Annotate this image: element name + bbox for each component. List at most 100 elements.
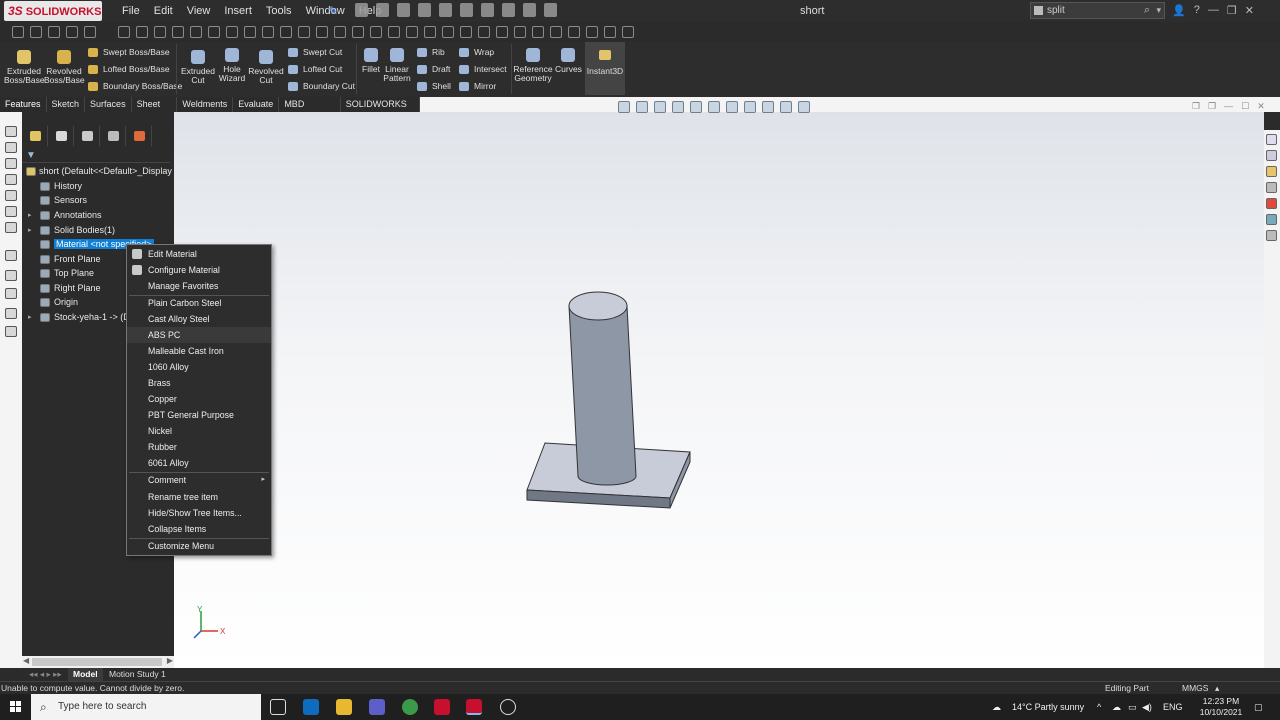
fillet-button[interactable]: Fillet xyxy=(358,48,384,74)
display-style-icon[interactable] xyxy=(726,101,738,113)
property-manager-tab[interactable] xyxy=(48,126,74,146)
toolbar-icon[interactable] xyxy=(5,288,17,299)
toolbar-icon[interactable] xyxy=(586,26,598,38)
chrome-icon[interactable] xyxy=(402,699,418,715)
dynamic-annotation-icon[interactable] xyxy=(690,101,702,113)
weather-icon[interactable]: ☁ xyxy=(992,694,1001,720)
reference-geometry-button[interactable]: Reference Geometry xyxy=(513,48,553,83)
pin-icon[interactable]: ✎ xyxy=(328,4,338,18)
menu-item-rename-tree-item[interactable]: Rename tree item xyxy=(127,489,271,505)
toolbar-icon[interactable] xyxy=(48,26,60,38)
tab-motion-study-1[interactable]: Motion Study 1 xyxy=(104,668,171,681)
expand-arrow-icon[interactable]: ▸ xyxy=(28,223,32,238)
menu-view[interactable]: View xyxy=(187,5,211,17)
filter-icon[interactable]: ▼ xyxy=(26,150,36,161)
view-settings-icon[interactable] xyxy=(798,101,810,113)
file-explorer-icon[interactable] xyxy=(1266,166,1277,177)
toolbar-icon[interactable] xyxy=(5,190,17,201)
menu-item-cast-alloy-steel[interactable]: Cast Alloy Steel xyxy=(127,311,271,327)
toolbar-icon[interactable] xyxy=(172,26,184,38)
home-icon[interactable] xyxy=(355,3,368,17)
toolbar-icon[interactable] xyxy=(244,26,256,38)
instant3d-button[interactable]: Instant3D xyxy=(585,42,625,95)
toolbar-icon[interactable] xyxy=(298,26,310,38)
edit-appearance-icon[interactable] xyxy=(762,101,774,113)
zoom-to-area-icon[interactable] xyxy=(636,101,648,113)
toolbar-icon[interactable] xyxy=(316,26,328,38)
design-library-icon[interactable] xyxy=(1266,150,1277,161)
scroll-right-icon[interactable]: ▶ xyxy=(167,656,173,665)
extruded-cut-button[interactable]: Extruded Cut xyxy=(178,50,218,85)
apply-scene-icon[interactable] xyxy=(780,101,792,113)
file-explorer-icon[interactable] xyxy=(336,699,352,715)
print-icon[interactable] xyxy=(439,3,452,17)
solidworks-2019-icon[interactable] xyxy=(434,699,450,715)
toolbar-icon[interactable] xyxy=(460,26,472,38)
chevron-down-icon[interactable]: ▾ xyxy=(1156,3,1161,18)
toolbar-icon[interactable] xyxy=(208,26,220,38)
menu-item-pbt-general-purpose[interactable]: PBT General Purpose xyxy=(127,407,271,423)
network-icon[interactable]: ▭ xyxy=(1128,694,1137,720)
task-view-icon[interactable] xyxy=(270,699,286,715)
toolbar-icon[interactable] xyxy=(370,26,382,38)
toolbar-icon[interactable] xyxy=(226,26,238,38)
revolved-cut-button[interactable]: Revolved Cut xyxy=(246,50,286,85)
toolbar-icon[interactable] xyxy=(622,26,634,38)
rib-button[interactable]: Rib xyxy=(417,46,445,59)
menu-item-hide-show-tree-items[interactable]: Hide/Show Tree Items... xyxy=(127,505,271,521)
help-icon[interactable]: ? xyxy=(1194,4,1200,17)
lofted-cut-button[interactable]: Lofted Cut xyxy=(288,63,342,76)
swept-cut-button[interactable]: Swept Cut xyxy=(288,46,342,59)
toolbar-icon[interactable] xyxy=(532,26,544,38)
toolbar-icon[interactable] xyxy=(30,26,42,38)
taskbar-search-input[interactable]: Type here to search xyxy=(58,701,146,712)
cylinder-body[interactable] xyxy=(568,305,637,486)
intersect-button[interactable]: Intersect xyxy=(459,63,507,76)
menu-item-manage-favorites[interactable]: Manage Favorites xyxy=(127,278,271,294)
search-input[interactable]: split xyxy=(1047,5,1065,16)
file-properties-icon[interactable] xyxy=(523,3,536,17)
extruded-boss-button[interactable]: Extruded Boss/Base xyxy=(4,50,45,85)
weather-text[interactable]: 14°C Partly sunny xyxy=(1012,694,1084,720)
save-icon[interactable] xyxy=(418,3,431,17)
toolbar-icon[interactable] xyxy=(550,26,562,38)
options-icon[interactable] xyxy=(544,3,557,17)
menu-item-rubber[interactable]: Rubber xyxy=(127,439,271,455)
feature-manager-scrollbar[interactable]: ◀ ▶ xyxy=(22,656,174,668)
custom-properties-icon[interactable] xyxy=(1266,214,1277,225)
toolbar-icon[interactable] xyxy=(514,26,526,38)
shell-button[interactable]: Shell xyxy=(417,80,451,93)
toolbar-icon[interactable] xyxy=(424,26,436,38)
menu-item-brass[interactable]: Brass xyxy=(127,375,271,391)
search-box[interactable]: split ⌕ ▾ xyxy=(1030,2,1165,19)
linear-pattern-button[interactable]: Linear Pattern xyxy=(382,48,412,83)
menu-item-nickel[interactable]: Nickel xyxy=(127,423,271,439)
mirror-button[interactable]: Mirror xyxy=(459,80,496,93)
scroll-thumb[interactable] xyxy=(32,658,162,666)
toolbar-icon[interactable] xyxy=(334,26,346,38)
language-indicator[interactable]: ENG xyxy=(1163,694,1183,720)
toolbar-icon[interactable] xyxy=(496,26,508,38)
toolbar-icon[interactable] xyxy=(190,26,202,38)
toolbar-icon[interactable] xyxy=(5,158,17,169)
toolbar-icon[interactable] xyxy=(5,206,17,217)
swept-boss-button[interactable]: Swept Boss/Base xyxy=(88,46,170,59)
teams-icon[interactable] xyxy=(369,699,385,715)
tree-root-part[interactable]: short (Default<<Default>_Display Sta xyxy=(26,164,174,179)
undo-icon[interactable] xyxy=(460,3,473,17)
menu-item-copper[interactable]: Copper xyxy=(127,391,271,407)
menu-window[interactable]: Window xyxy=(306,5,345,17)
tree-item-annotations[interactable]: ▸ Annotations xyxy=(26,208,174,223)
new-icon[interactable] xyxy=(376,3,389,17)
menu-item-plain-carbon-steel[interactable]: Plain Carbon Steel xyxy=(127,295,271,311)
taskbar-search[interactable]: ⌕ Type here to search xyxy=(31,694,261,720)
toolbar-icon[interactable] xyxy=(406,26,418,38)
minimize-icon[interactable]: — xyxy=(1224,101,1233,112)
windows-start-icon[interactable] xyxy=(10,701,22,713)
menu-item-6061-alloy[interactable]: 6061 Alloy xyxy=(127,455,271,471)
lofted-boss-button[interactable]: Lofted Boss/Base xyxy=(88,63,170,76)
boundary-cut-button[interactable]: Boundary Cut xyxy=(288,80,355,93)
toolbar-icon[interactable] xyxy=(84,26,96,38)
tile-icon[interactable]: ❐ xyxy=(1192,101,1200,112)
menu-item-abs-pc[interactable]: ABS PC xyxy=(127,327,271,343)
